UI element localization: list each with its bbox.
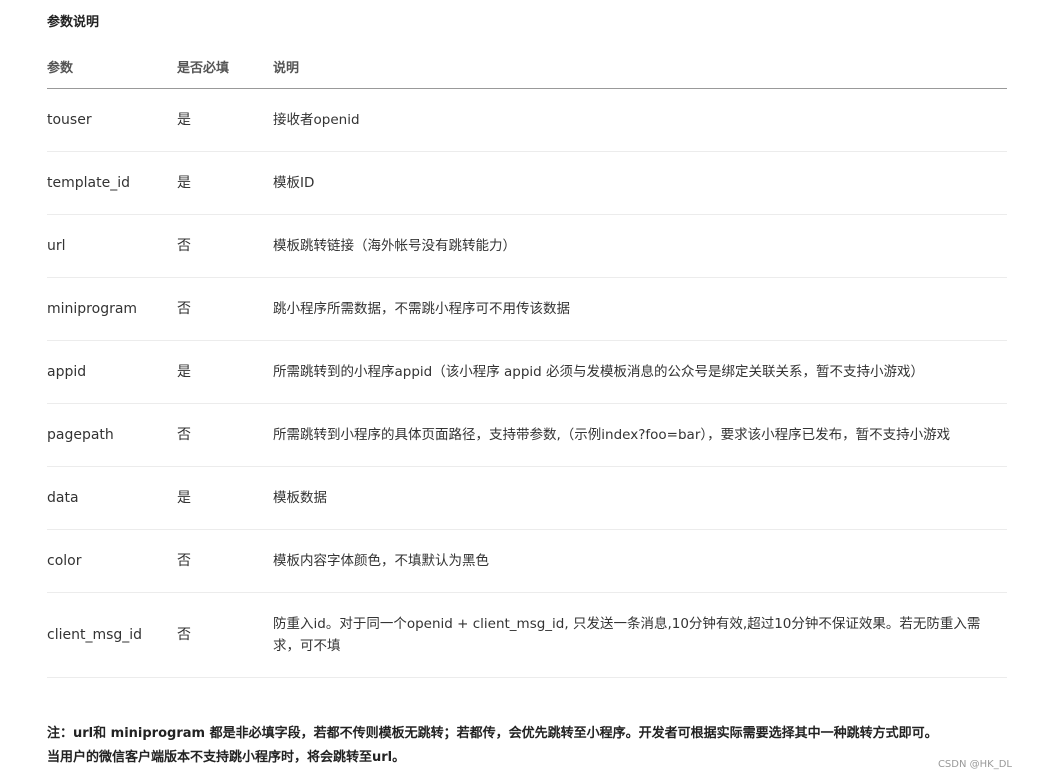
param-required: 否	[177, 592, 273, 678]
header-required: 是否必填	[177, 44, 273, 89]
param-description: 模板内容字体颜色，不填默认为黑色	[273, 529, 1007, 593]
param-description: 所需跳转到小程序的具体页面路径，支持带参数,（示例index?foo=bar），…	[273, 403, 1007, 467]
param-name: pagepath	[47, 403, 177, 467]
param-description: 所需跳转到的小程序appid（该小程序 appid 必须与发模板消息的公众号是绑…	[273, 340, 1007, 404]
watermark: CSDN @HK_DL	[937, 759, 1012, 770]
table-row: appid 是 所需跳转到的小程序appid（该小程序 appid 必须与发模板…	[47, 340, 1007, 404]
table-row: touser 是 接收者openid	[47, 88, 1007, 152]
param-required: 否	[177, 214, 273, 278]
param-name: touser	[47, 88, 177, 152]
param-description: 接收者openid	[273, 88, 1007, 152]
param-description: 防重入id。对于同一个openid + client_msg_id, 只发送一条…	[273, 592, 1007, 678]
table-row: client_msg_id 否 防重入id。对于同一个openid + clie…	[47, 592, 1007, 678]
params-table: 参数 是否必填 说明 touser 是 接收者openid template_i…	[47, 44, 1007, 678]
param-description: 模板ID	[273, 151, 1007, 215]
param-required: 否	[177, 529, 273, 593]
header-description: 说明	[273, 44, 1007, 89]
param-name: data	[47, 466, 177, 530]
header-param: 参数	[47, 44, 177, 89]
param-name: template_id	[47, 151, 177, 215]
note-line-2: 当用户的微信客户端版本不支持跳小程序时，将会跳转至url。	[47, 750, 406, 765]
param-name: appid	[47, 340, 177, 404]
table-row: template_id 是 模板ID	[47, 151, 1007, 215]
param-description: 跳小程序所需数据，不需跳小程序可不用传该数据	[273, 277, 1007, 341]
param-required: 是	[177, 88, 273, 152]
table-row: pagepath 否 所需跳转到小程序的具体页面路径，支持带参数,（示例inde…	[47, 403, 1007, 467]
section-title: 参数说明	[47, 15, 100, 30]
param-required: 否	[177, 403, 273, 467]
note-block: 注：url和 miniprogram 都是非必填字段，若都不传则模板无跳转；若都…	[47, 722, 1012, 770]
param-required: 否	[177, 277, 273, 341]
param-required: 是	[177, 466, 273, 530]
param-name: url	[47, 214, 177, 278]
param-description: 模板数据	[273, 466, 1007, 530]
param-required: 是	[177, 340, 273, 404]
table-row: color 否 模板内容字体颜色，不填默认为黑色	[47, 529, 1007, 593]
param-name: client_msg_id	[47, 592, 177, 678]
param-name: miniprogram	[47, 277, 177, 341]
param-description: 模板跳转链接（海外帐号没有跳转能力）	[273, 214, 1007, 278]
table-row: miniprogram 否 跳小程序所需数据，不需跳小程序可不用传该数据	[47, 277, 1007, 341]
table-row: data 是 模板数据	[47, 466, 1007, 530]
table-header-row: 参数 是否必填 说明	[47, 44, 1007, 89]
table-row: url 否 模板跳转链接（海外帐号没有跳转能力）	[47, 214, 1007, 278]
param-name: color	[47, 529, 177, 593]
note-line-1: 注：url和 miniprogram 都是非必填字段，若都不传则模板无跳转；若都…	[47, 726, 938, 741]
param-required: 是	[177, 151, 273, 215]
